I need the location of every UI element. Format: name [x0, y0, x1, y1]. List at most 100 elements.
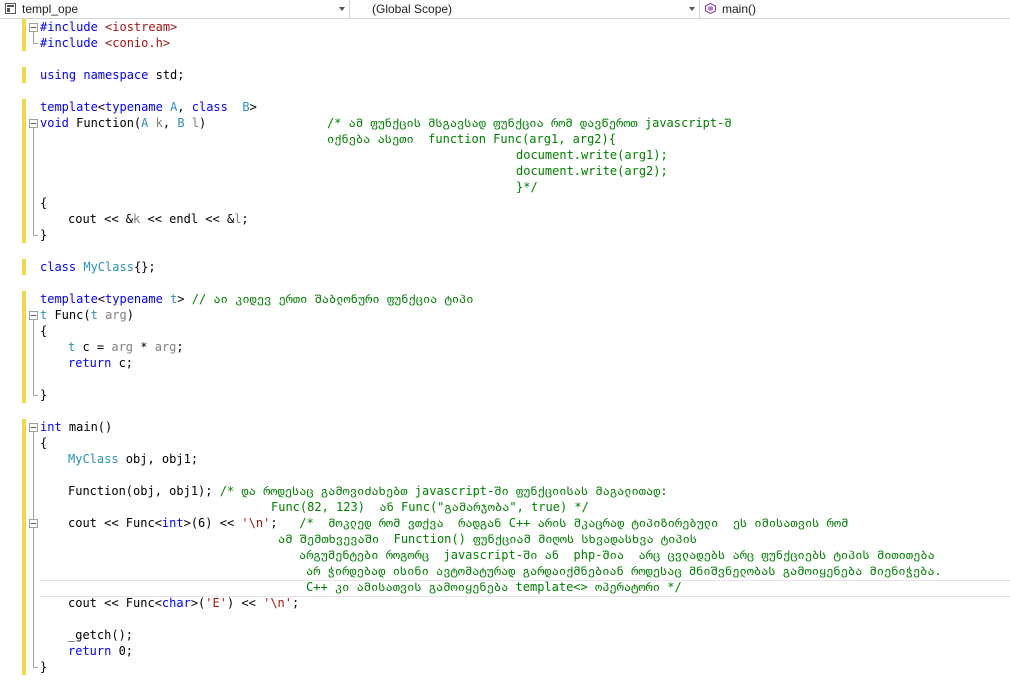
code-token: int [40, 420, 69, 434]
code-token: , [177, 100, 192, 114]
code-token: MyClass [68, 452, 119, 466]
outline-end [33, 43, 38, 44]
collapse-include-icon[interactable] [29, 23, 38, 32]
code-token: { [40, 196, 48, 210]
code-editor[interactable]: #include <iostream> #include <conio.h> usi… [0, 19, 1010, 695]
code-token: იქნება ასეთი function Func(arg1, arg2){ [327, 132, 616, 146]
code-token: document.write(arg1); [516, 148, 668, 162]
navigation-bar: templ_ope (Global Scope) main() [0, 0, 1010, 19]
collapse-main-icon[interactable] [29, 423, 38, 432]
outline-end [33, 235, 38, 236]
collapse-func-icon[interactable] [29, 311, 38, 320]
code-token: #include [40, 20, 106, 34]
code-token: {}; [133, 260, 156, 274]
member-name: main() [722, 2, 757, 16]
code-line: MyClass obj, obj1; [68, 451, 198, 467]
code-token: <iostream> [105, 20, 178, 34]
code-token: /* ამ ფუნქცის მსგავსად ფუნქცია რომ დავწე… [327, 116, 732, 130]
code-token: return [68, 644, 119, 658]
code-token: Function( [76, 116, 142, 130]
member-dropdown[interactable]: main() [700, 0, 1010, 18]
outline-line [33, 32, 34, 43]
code-token: l [191, 116, 200, 130]
code-token: main() [68, 420, 113, 434]
code-token: void [40, 116, 77, 130]
code-token: B [177, 116, 185, 130]
code-token: < [97, 292, 106, 306]
code-token: t [90, 308, 98, 322]
code-line: Func(82, 123) ან Func("გამარჯობა", true)… [271, 499, 589, 515]
code-token: { [40, 436, 48, 450]
code-token: ) [126, 308, 134, 322]
code-line: } [40, 227, 47, 243]
code-line: template<typename t> // აი კიდევ ერთი შა… [40, 291, 474, 307]
code-line: t c = arg * arg; [68, 339, 184, 355]
code-token: cout << Func< [68, 516, 162, 530]
scope-dropdown[interactable]: (Global Scope) [350, 0, 700, 18]
code-line: return 0; [68, 643, 133, 659]
code-token: არ ჭირდებად ისინი ავტომატურად გარდაიქმნე… [306, 564, 942, 578]
outline-line [33, 528, 34, 587]
code-token: ; [270, 516, 300, 530]
code-line: cout << Func<int>(6) << '\n'; /* მოკლედ … [68, 515, 848, 531]
code-token: // აი კიდევ ერთი შაბლონური ფუნქცია ტიპი [191, 292, 474, 306]
code-token: ; [176, 340, 184, 354]
code-line: ამ შემთხვევაში Function() ფუნქციამ მიღოს… [278, 531, 697, 547]
code-line: იქნება ასეთი function Func(arg1, arg2){ [327, 131, 616, 147]
code-line: void Function(A k, B l) [40, 115, 206, 131]
code-line: }*/ [516, 179, 538, 195]
code-token: cout << Func< [68, 596, 162, 610]
code-token: >( [190, 596, 206, 610]
code-token: <conio.h> [105, 36, 171, 50]
project-dropdown[interactable]: templ_ope [0, 0, 350, 18]
code-line: _getch(); [68, 627, 133, 643]
code-token: cout << & [68, 212, 134, 226]
collapse-comment-icon[interactable] [29, 519, 38, 528]
code-token: k [155, 116, 163, 130]
code-token: obj, obj1; [118, 452, 199, 466]
chevron-down-icon[interactable] [689, 7, 695, 11]
project-name: templ_ope [22, 2, 79, 16]
code-token: c = [75, 340, 112, 354]
code-token: /* და როდესაც გამოვიძახებთ javascript-ში… [219, 484, 668, 498]
code-line: return c; [68, 355, 133, 371]
code-token: ; [241, 212, 249, 226]
code-token: document.write(arg2); [516, 164, 668, 178]
code-token: typename [105, 100, 171, 114]
code-line: C++ კი ამისათვის გამოიყენება template<> … [306, 579, 682, 595]
code-token: 'E' [205, 596, 227, 610]
code-line: document.write(arg1); [516, 147, 668, 163]
project-icon [5, 3, 16, 14]
outline-end [33, 395, 38, 396]
code-line: cout << &k << endl << &l; [68, 211, 249, 227]
code-token: ) << [226, 596, 264, 610]
code-line: t Func(t arg) [40, 307, 134, 323]
code-token: * [133, 340, 155, 354]
code-token: Func(82, 123) ან Func("გამარჯობა", true)… [271, 500, 589, 514]
code-line: template<typename A, class B> [40, 99, 257, 115]
code-token: არგუმენტები როგორც javascript-ში ან php-… [299, 548, 935, 562]
code-line: document.write(arg2); [516, 163, 668, 179]
outline-line [33, 128, 34, 235]
scope-name: (Global Scope) [372, 2, 453, 16]
chevron-down-icon[interactable] [339, 7, 345, 11]
code-line: Function(obj, obj1); /* და როდესაც გამოვ… [68, 483, 668, 499]
code-token: } [40, 388, 48, 402]
code-token: '\n' [241, 516, 271, 530]
code-token: return [68, 356, 119, 370]
code-token: class [40, 260, 84, 274]
code-token: }*/ [516, 180, 538, 194]
code-token: arg [111, 340, 134, 354]
code-line: cout << Func<char>('E') << '\n'; [68, 595, 299, 611]
code-token: { [40, 324, 48, 338]
outline-end [33, 667, 38, 668]
code-token: Func( [47, 308, 91, 322]
editor-gutter [0, 19, 22, 695]
collapse-function-icon[interactable] [29, 119, 38, 128]
code-line: #include <conio.h> [40, 35, 170, 51]
code-token: int [161, 516, 184, 530]
method-icon [705, 2, 716, 15]
